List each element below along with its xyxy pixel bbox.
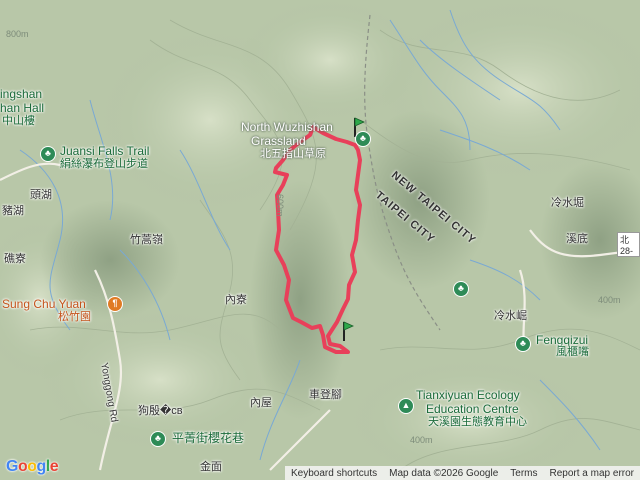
sung-chu-yuan-zh-label[interactable]: 松竹園 xyxy=(58,311,91,324)
juansi-falls-label[interactable]: Juansi Falls Trail xyxy=(60,145,149,158)
xidi-label: 溪底 xyxy=(566,233,588,245)
sung-chu-yuan-label[interactable]: Sung Chu Yuan xyxy=(2,298,86,311)
juansi-falls-zh-label[interactable]: 絹絲瀑布登山步道 xyxy=(60,158,148,171)
zhugaoling-label: 竹蒿嶺 xyxy=(130,234,163,246)
lengshuikeng-label: 冷水堀 xyxy=(551,197,584,209)
terrain-layer xyxy=(0,0,640,480)
zhuhu-label: 豬湖 xyxy=(2,205,24,217)
attribution-bar: Keyboard shortcuts Map data ©2026 Google… xyxy=(284,466,640,480)
north-wuzhishan-label[interactable]: North Wuzhishan xyxy=(241,121,333,134)
jingshan-hall-zh-label[interactable]: 中山樓 xyxy=(2,115,35,128)
google-logo: Google xyxy=(6,458,59,475)
jianliao-label: 礁寮 xyxy=(4,253,26,265)
fengqizui-label[interactable]: Fengqizui xyxy=(536,334,588,347)
contour-label: 800m xyxy=(6,29,29,39)
jingshan-hall-label-2[interactable]: han Hall xyxy=(0,102,44,115)
neiwu-label: 內屋 xyxy=(250,397,272,409)
tree-marker-icon[interactable]: ▲ xyxy=(398,398,414,414)
contour-label: 400m xyxy=(598,295,621,305)
terms-link[interactable]: Terms xyxy=(504,468,543,479)
keyboard-shortcuts-link[interactable]: Keyboard shortcuts xyxy=(285,468,383,479)
park-marker-icon[interactable]: ♣ xyxy=(150,431,166,447)
jinmian-label: 金面 xyxy=(200,461,222,473)
pingjing-label[interactable]: 平菁街櫻花巷 xyxy=(172,432,244,445)
grassland-label[interactable]: Grassland xyxy=(251,135,306,148)
map-data-text: Map data ©2026 Google xyxy=(389,467,499,479)
restaurant-marker-icon[interactable]: ¶ xyxy=(107,296,123,312)
tianxiyuan-label-2[interactable]: Education Centre xyxy=(426,403,519,416)
road-shield: 北28- xyxy=(617,232,640,257)
contour-label: 400m xyxy=(410,435,433,445)
toufu-label: 頭湖 xyxy=(30,189,52,201)
fengqizui-zh-label[interactable]: 風櫃嘴 xyxy=(556,346,589,359)
north-wuzhishan-zh-label[interactable]: 北五指山草原 xyxy=(260,148,326,161)
park-marker-icon[interactable]: ♣ xyxy=(355,131,371,147)
map-canvas[interactable]: ♣ ♣ ♣ ♣ ♣ ▲ ¶ North Wuzhishan Grassland … xyxy=(0,0,640,480)
chedengjiao-label: 車登腳 xyxy=(309,389,342,401)
jingshan-hall-label-1[interactable]: ingshan xyxy=(0,88,42,101)
park-marker-icon[interactable]: ♣ xyxy=(40,146,56,162)
park-marker-icon[interactable]: ♣ xyxy=(453,281,469,297)
neiliao-label: 內寮 xyxy=(225,294,247,306)
end-flag-icon[interactable] xyxy=(341,320,355,342)
tianxiyuan-zh-label[interactable]: 天溪園生態教育中心 xyxy=(428,416,527,429)
contour-label: 600m xyxy=(275,194,285,217)
goudianqu-label: 狗殷�св xyxy=(138,405,183,417)
report-error-link[interactable]: Report a map error xyxy=(544,468,640,479)
tianxiyuan-label-1[interactable]: Tianxiyuan Ecology xyxy=(416,389,520,402)
park-marker-icon[interactable]: ♣ xyxy=(515,336,531,352)
lengshuijue-label: 冷水崛 xyxy=(494,310,527,322)
